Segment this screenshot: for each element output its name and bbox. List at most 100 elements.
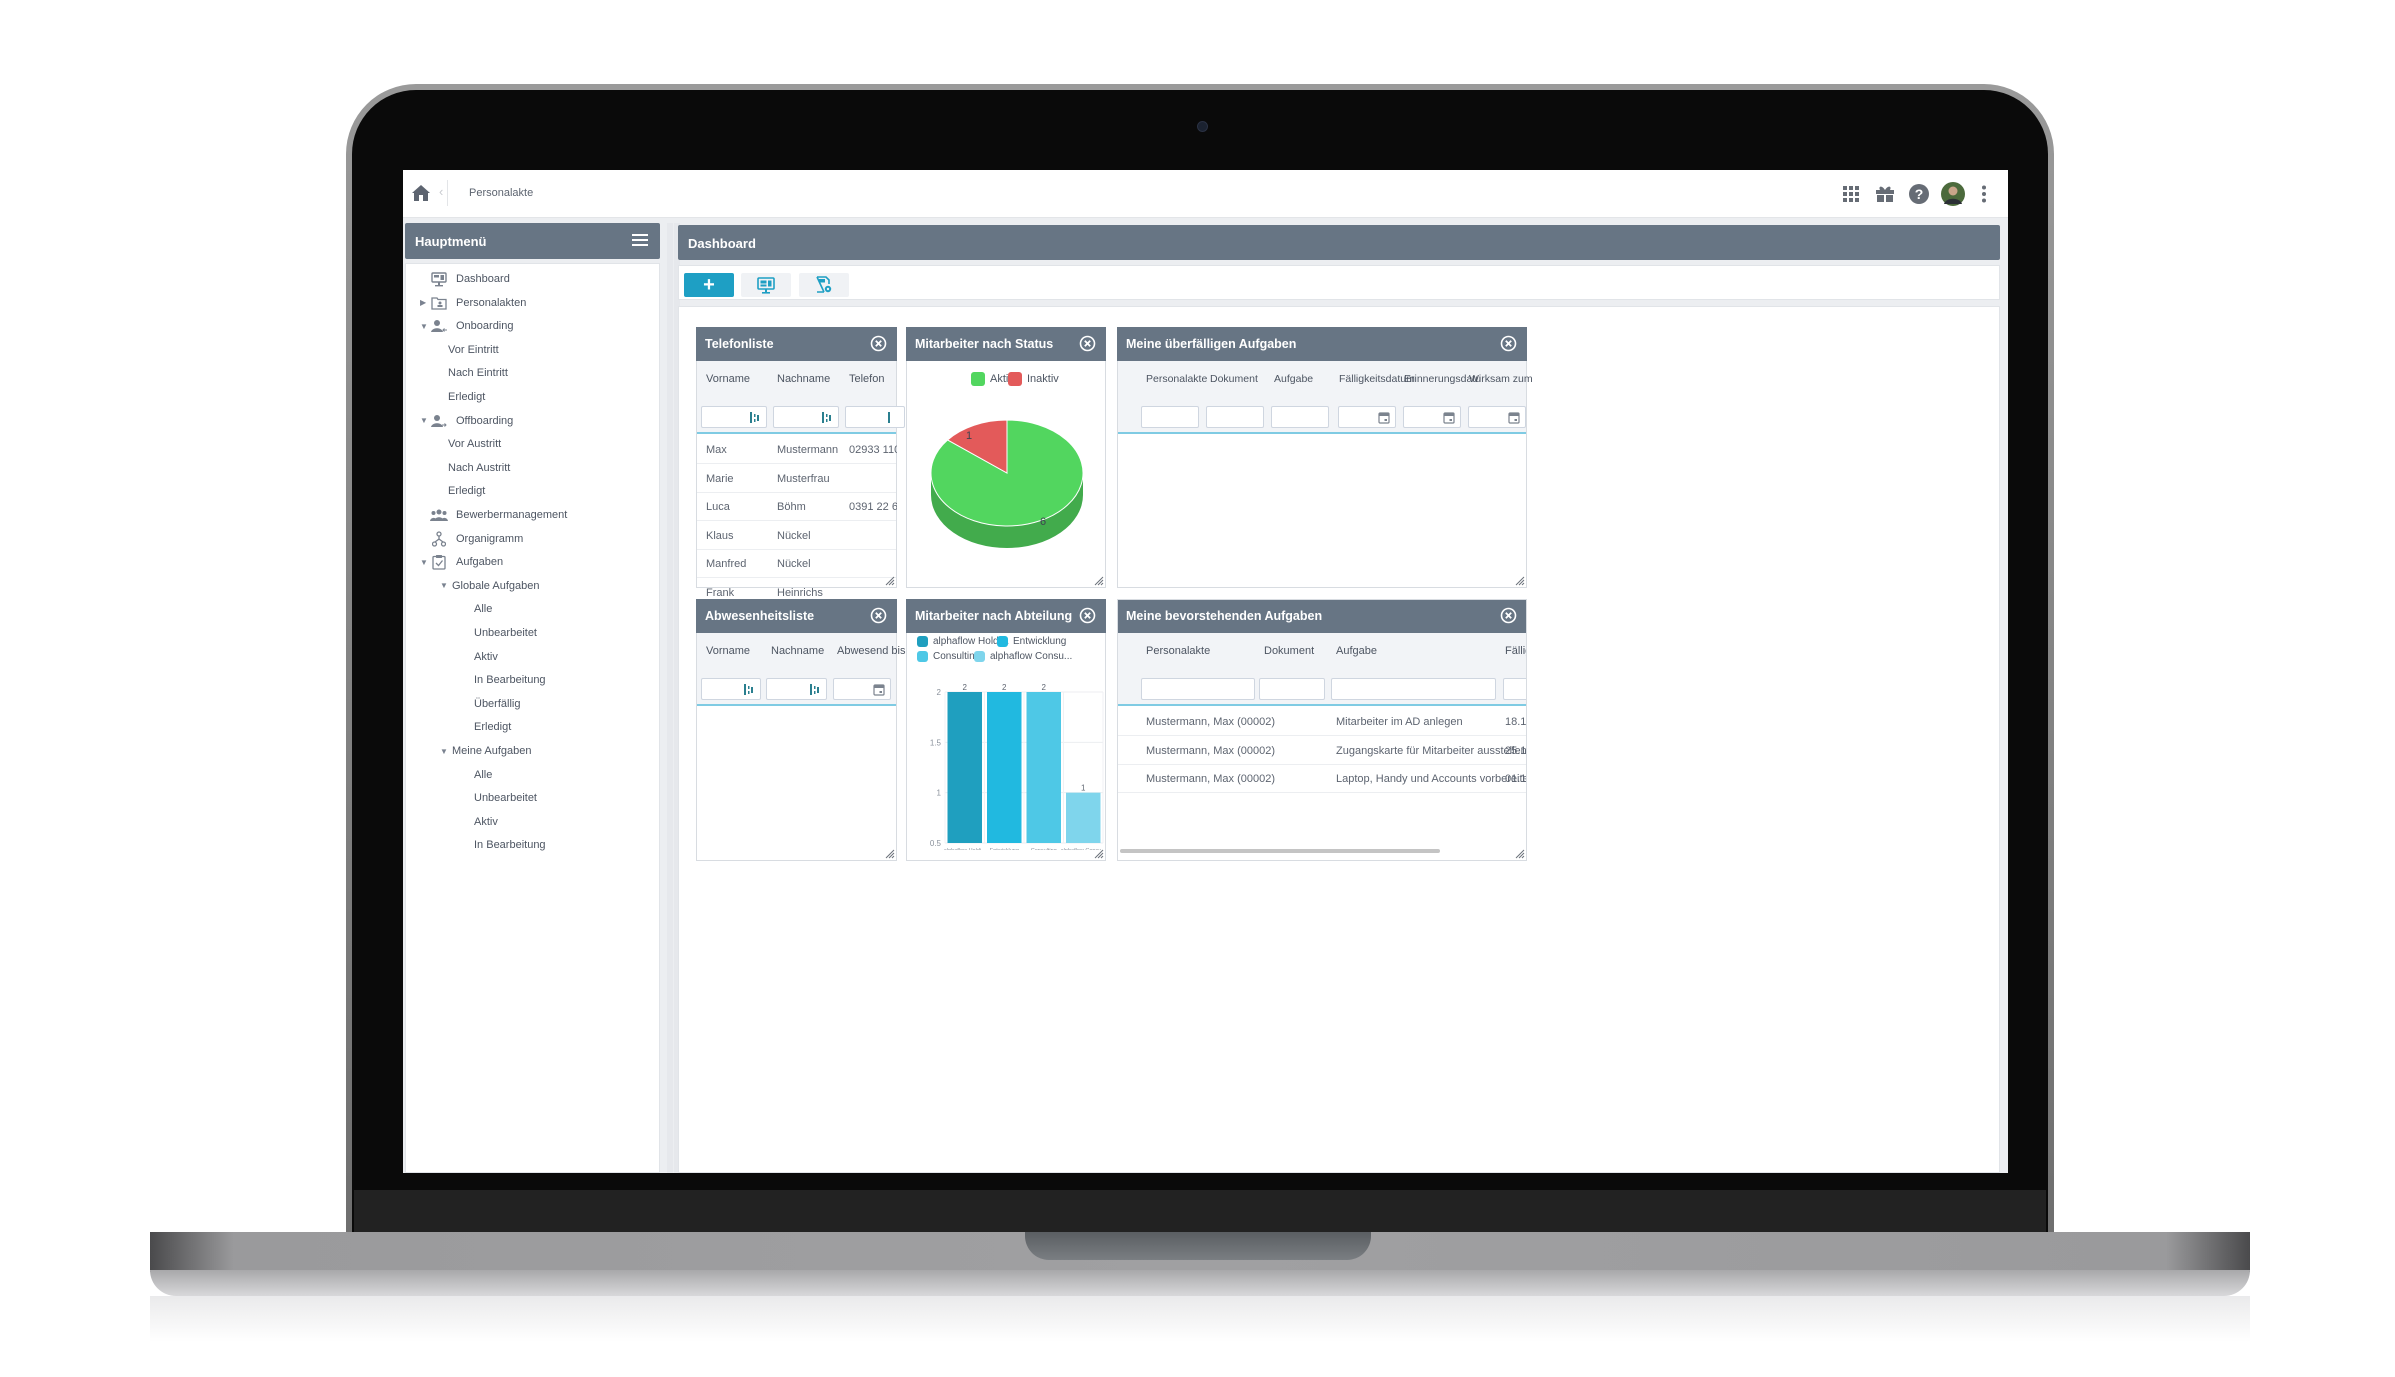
date-filter-input[interactable] [1338, 406, 1396, 428]
column-header[interactable]: Abwesend bis [837, 645, 906, 657]
table-row[interactable]: Manfred Nückel [697, 550, 896, 578]
sidebar-item-organigramm[interactable]: Organigramm [420, 529, 523, 549]
caret-down-icon[interactable]: ▼ [440, 747, 450, 756]
bar[interactable] [1066, 792, 1101, 843]
resize-handle-icon[interactable] [1515, 576, 1525, 586]
sidebar-item-in-bearbeitung[interactable]: In Bearbeitung [474, 670, 546, 690]
close-circle-icon[interactable] [870, 335, 887, 352]
close-circle-icon[interactable] [1079, 607, 1096, 624]
widget-header[interactable]: Mitarbeiter nach Status [906, 327, 1106, 361]
resize-handle-icon[interactable] [1515, 849, 1525, 859]
legend-item[interactable]: alphaflow Holdi... [917, 636, 1009, 647]
sidebar-item-personalakten[interactable]: ▶ Personalakten [420, 293, 526, 313]
filter-input[interactable] [701, 406, 767, 428]
sidebar-item-unbearbeitet[interactable]: Unbearbeitet [474, 788, 537, 808]
column-header[interactable]: Wirksam zum [1469, 373, 1533, 385]
sidebar-item-nach-eintritt[interactable]: Nach Eintritt [448, 363, 508, 383]
bar[interactable] [1026, 692, 1062, 843]
table-row[interactable]: Max Mustermann 02933 11002 [697, 436, 897, 464]
filter-input[interactable] [766, 678, 827, 700]
legend-item[interactable]: Consulting [917, 651, 980, 662]
filter-input[interactable] [773, 406, 839, 428]
column-header[interactable]: Aufgabe [1274, 373, 1313, 385]
resize-handle-icon[interactable] [885, 576, 895, 586]
sidebar-item-nach-austritt[interactable]: Nach Austritt [448, 458, 510, 478]
table-row[interactable]: Mustermann, Max (00002) Zugangskarte für … [1118, 737, 1526, 765]
caret-down-icon[interactable]: ▼ [440, 581, 450, 590]
sidebar-item-aktiv[interactable]: Aktiv [474, 647, 498, 667]
table-row[interactable]: Mustermann, Max (00002) Mitarbeiter im AD… [1118, 708, 1526, 736]
sidebar-item-meine-aufgaben[interactable]: ▼ Meine Aufgaben [440, 741, 532, 761]
caret-down-icon[interactable]: ▼ [420, 558, 430, 567]
sidebar-item-alle[interactable]: Alle [474, 599, 492, 619]
table-row[interactable]: Klaus Nückel [697, 522, 896, 550]
horizontal-scrollbar[interactable] [1120, 849, 1440, 853]
widget-header[interactable]: Abwesenheitsliste [696, 599, 897, 633]
sidebar-item-offboarding[interactable]: ▼ Offboarding [420, 411, 513, 431]
filter-input[interactable] [1503, 678, 1526, 700]
avatar[interactable] [1941, 182, 1965, 206]
widget-header[interactable]: Meine bevorstehenden Aufgaben [1118, 600, 1526, 633]
sidebar-item-onboarding[interactable]: ▼ Onboarding [420, 316, 514, 336]
legend-item[interactable]: alphaflow Consu... [974, 651, 1072, 662]
table-row[interactable]: Marie Musterfrau [697, 465, 896, 493]
column-header[interactable]: Vorname [706, 645, 750, 657]
filter-input[interactable] [1141, 678, 1255, 700]
gift-icon[interactable] [1874, 183, 1896, 205]
sidebar-item-unbearbeitet[interactable]: Unbearbeitet [474, 623, 537, 643]
widget-header[interactable]: Meine überfälligen Aufgaben [1117, 327, 1527, 361]
sidebar-item-alle[interactable]: Alle [474, 765, 492, 785]
column-header[interactable]: Personalakte [1146, 373, 1207, 385]
filter-input[interactable] [845, 406, 905, 428]
column-header[interactable]: Dokument [1264, 645, 1314, 657]
sidebar-item-globale-aufgaben[interactable]: ▼ Globale Aufgaben [440, 576, 539, 596]
close-circle-icon[interactable] [1079, 335, 1096, 352]
sidebar-item-aufgaben[interactable]: ▼ Aufgaben [420, 552, 503, 572]
date-filter-input[interactable] [1403, 406, 1461, 428]
bar[interactable] [987, 692, 1022, 843]
sidebar-item-in-bearbeitung[interactable]: In Bearbeitung [474, 835, 546, 855]
sidebar-splitter[interactable] [667, 223, 673, 1173]
filter-input[interactable] [1271, 406, 1329, 428]
table-row[interactable]: Luca Böhm 0391 22 64 0 [697, 493, 897, 521]
column-header[interactable]: Nachname [771, 645, 824, 657]
column-header[interactable]: Personalakte [1146, 645, 1210, 657]
filter-input[interactable] [1206, 406, 1264, 428]
column-header[interactable]: Telefon [849, 373, 884, 385]
column-header[interactable]: Dokument [1210, 373, 1258, 385]
close-circle-icon[interactable] [1500, 335, 1517, 352]
sidebar-item-vor-austritt[interactable]: Vor Austritt [448, 434, 501, 454]
close-circle-icon[interactable] [870, 607, 887, 624]
filter-input[interactable] [1331, 678, 1496, 700]
column-header[interactable]: Fällig [1505, 645, 1526, 657]
breadcrumb[interactable]: Personalakte [469, 187, 533, 199]
table-row[interactable]: Mustermann, Max (00002) Laptop, Handy und… [1118, 765, 1526, 793]
filter-input[interactable] [1141, 406, 1199, 428]
legend-item[interactable]: Entwicklung [997, 636, 1066, 647]
close-circle-icon[interactable] [1500, 607, 1517, 624]
back-chevron-icon[interactable]: ‹ [439, 184, 443, 199]
apps-grid-icon[interactable] [1840, 183, 1862, 205]
sidebar-item-vor-eintritt[interactable]: Vor Eintritt [448, 340, 499, 360]
sidebar-item-überfällig[interactable]: Überfällig [474, 694, 520, 714]
home-icon[interactable] [411, 184, 431, 202]
column-header[interactable]: Vorname [706, 373, 750, 385]
filter-input[interactable] [1259, 678, 1325, 700]
widget-header[interactable]: Telefonliste [696, 327, 897, 361]
sidebar-item-dashboard[interactable]: Dashboard [420, 269, 510, 289]
resize-handle-icon[interactable] [1094, 849, 1104, 859]
caret-down-icon[interactable]: ▼ [420, 416, 430, 425]
bar[interactable] [947, 692, 983, 843]
more-vert-icon[interactable] [1979, 183, 1989, 205]
caret-right-icon[interactable]: ▶ [420, 298, 430, 307]
legend-item-inaktiv[interactable]: Inaktiv [1008, 372, 1059, 386]
resize-handle-icon[interactable] [1094, 576, 1104, 586]
caret-down-icon[interactable]: ▼ [420, 322, 430, 331]
sidebar-item-erledigt[interactable]: Erledigt [474, 717, 511, 737]
help-icon[interactable]: ? [1908, 183, 1930, 205]
sidebar-item-bewerbermanagement[interactable]: Bewerbermanagement [420, 505, 567, 525]
sidebar-item-erledigt[interactable]: Erledigt [448, 387, 485, 407]
date-filter-input[interactable] [833, 678, 891, 700]
date-filter-input[interactable] [1468, 406, 1526, 428]
dashboard-settings-button[interactable] [799, 273, 849, 297]
